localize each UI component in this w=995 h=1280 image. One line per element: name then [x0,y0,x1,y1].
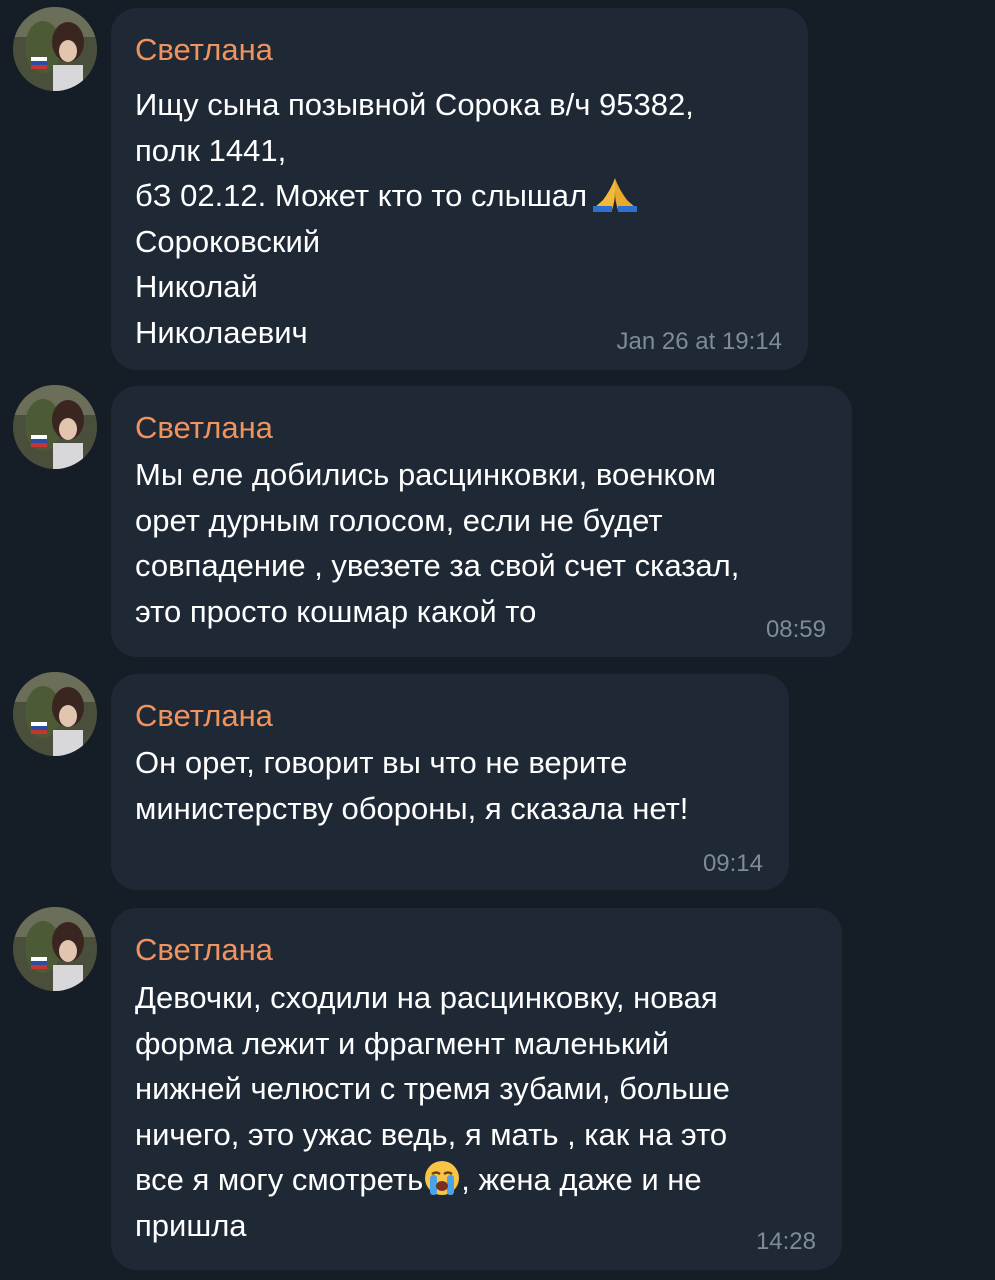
message-timestamp: 08:59 [765,616,826,643]
loudly-crying-face-icon [423,1159,461,1210]
message-bubble[interactable]: Светлана Ищу сына позывной Сорока в/ч 95… [111,8,808,370]
message-line: это просто кошмар какой то [135,593,537,629]
sender-avatar[interactable] [13,907,97,991]
sender-avatar[interactable] [13,672,97,756]
folded-hands-icon [591,174,639,225]
message-line: бЗ 02.12. Может кто то слышал [135,173,694,219]
message-text: Он орет, говорит вы что не верите минист… [135,740,688,831]
message-line: все я могу смотреть , жена даже и не [135,1157,730,1203]
avatar-photo [13,385,97,469]
avatar-photo [13,7,97,91]
message-timestamp: 14:28 [755,1228,816,1255]
message-line-text: все я могу смотреть [135,1162,424,1197]
message-line: Мы еле добились расцинковки, военком [135,457,717,492]
message-line: полк 1441, [135,132,287,168]
sender-name[interactable]: Светлана [135,32,273,68]
message-text: Мы еле добились расцинковки, военком оре… [135,452,739,634]
message-line: Сороковский [135,223,321,259]
message-timestamp: Jan 26 at 19:14 [616,328,782,355]
sender-name[interactable]: Светлана [135,410,273,446]
message-line: Ищу сына позывной Сорока в/ч 95382, [135,87,694,122]
message-line: министерству обороны, я сказала нет! [135,790,689,826]
message-bubble[interactable]: Светлана Он орет, говорит вы что не вери… [111,674,789,890]
message-bubble[interactable]: Светлана Девочки, сходили на расцинковку… [111,908,842,1270]
chat-view: Светлана Ищу сына позывной Сорока в/ч 95… [0,0,995,1280]
message-line-text: бЗ 02.12. Может кто то слышал [135,178,588,213]
message-line: Николай [135,269,258,304]
message-line: ничего, это ужас ведь, я мать , как на э… [135,1116,728,1152]
avatar-photo [13,907,97,991]
message-timestamp: 09:14 [702,850,763,877]
sender-name[interactable]: Светлана [135,932,273,968]
message-line: орет дурным голосом, если не будет [135,502,663,538]
message-line: Николаевич [135,314,308,350]
message-bubble[interactable]: Светлана Мы еле добились расцинковки, во… [111,386,852,657]
message-line: Он орет, говорит вы что не верите [135,745,628,780]
message-line: форма лежит и фрагмент маленький [135,1025,670,1061]
message-line: совпадение , увезете за свой счет сказал… [135,548,740,583]
avatar-photo [13,672,97,756]
message-line-text: , жена даже и не [461,1162,702,1197]
sender-avatar[interactable] [13,7,97,91]
sender-name[interactable]: Светлана [135,698,273,734]
message-text: Девочки, сходили на расцинковку, новая ф… [135,975,730,1248]
message-line: нижней челюсти с тремя зубами, больше [135,1071,730,1106]
message-line: Девочки, сходили на расцинковку, новая [135,980,718,1015]
sender-avatar[interactable] [13,385,97,469]
message-text: Ищу сына позывной Сорока в/ч 95382, полк… [135,82,694,355]
